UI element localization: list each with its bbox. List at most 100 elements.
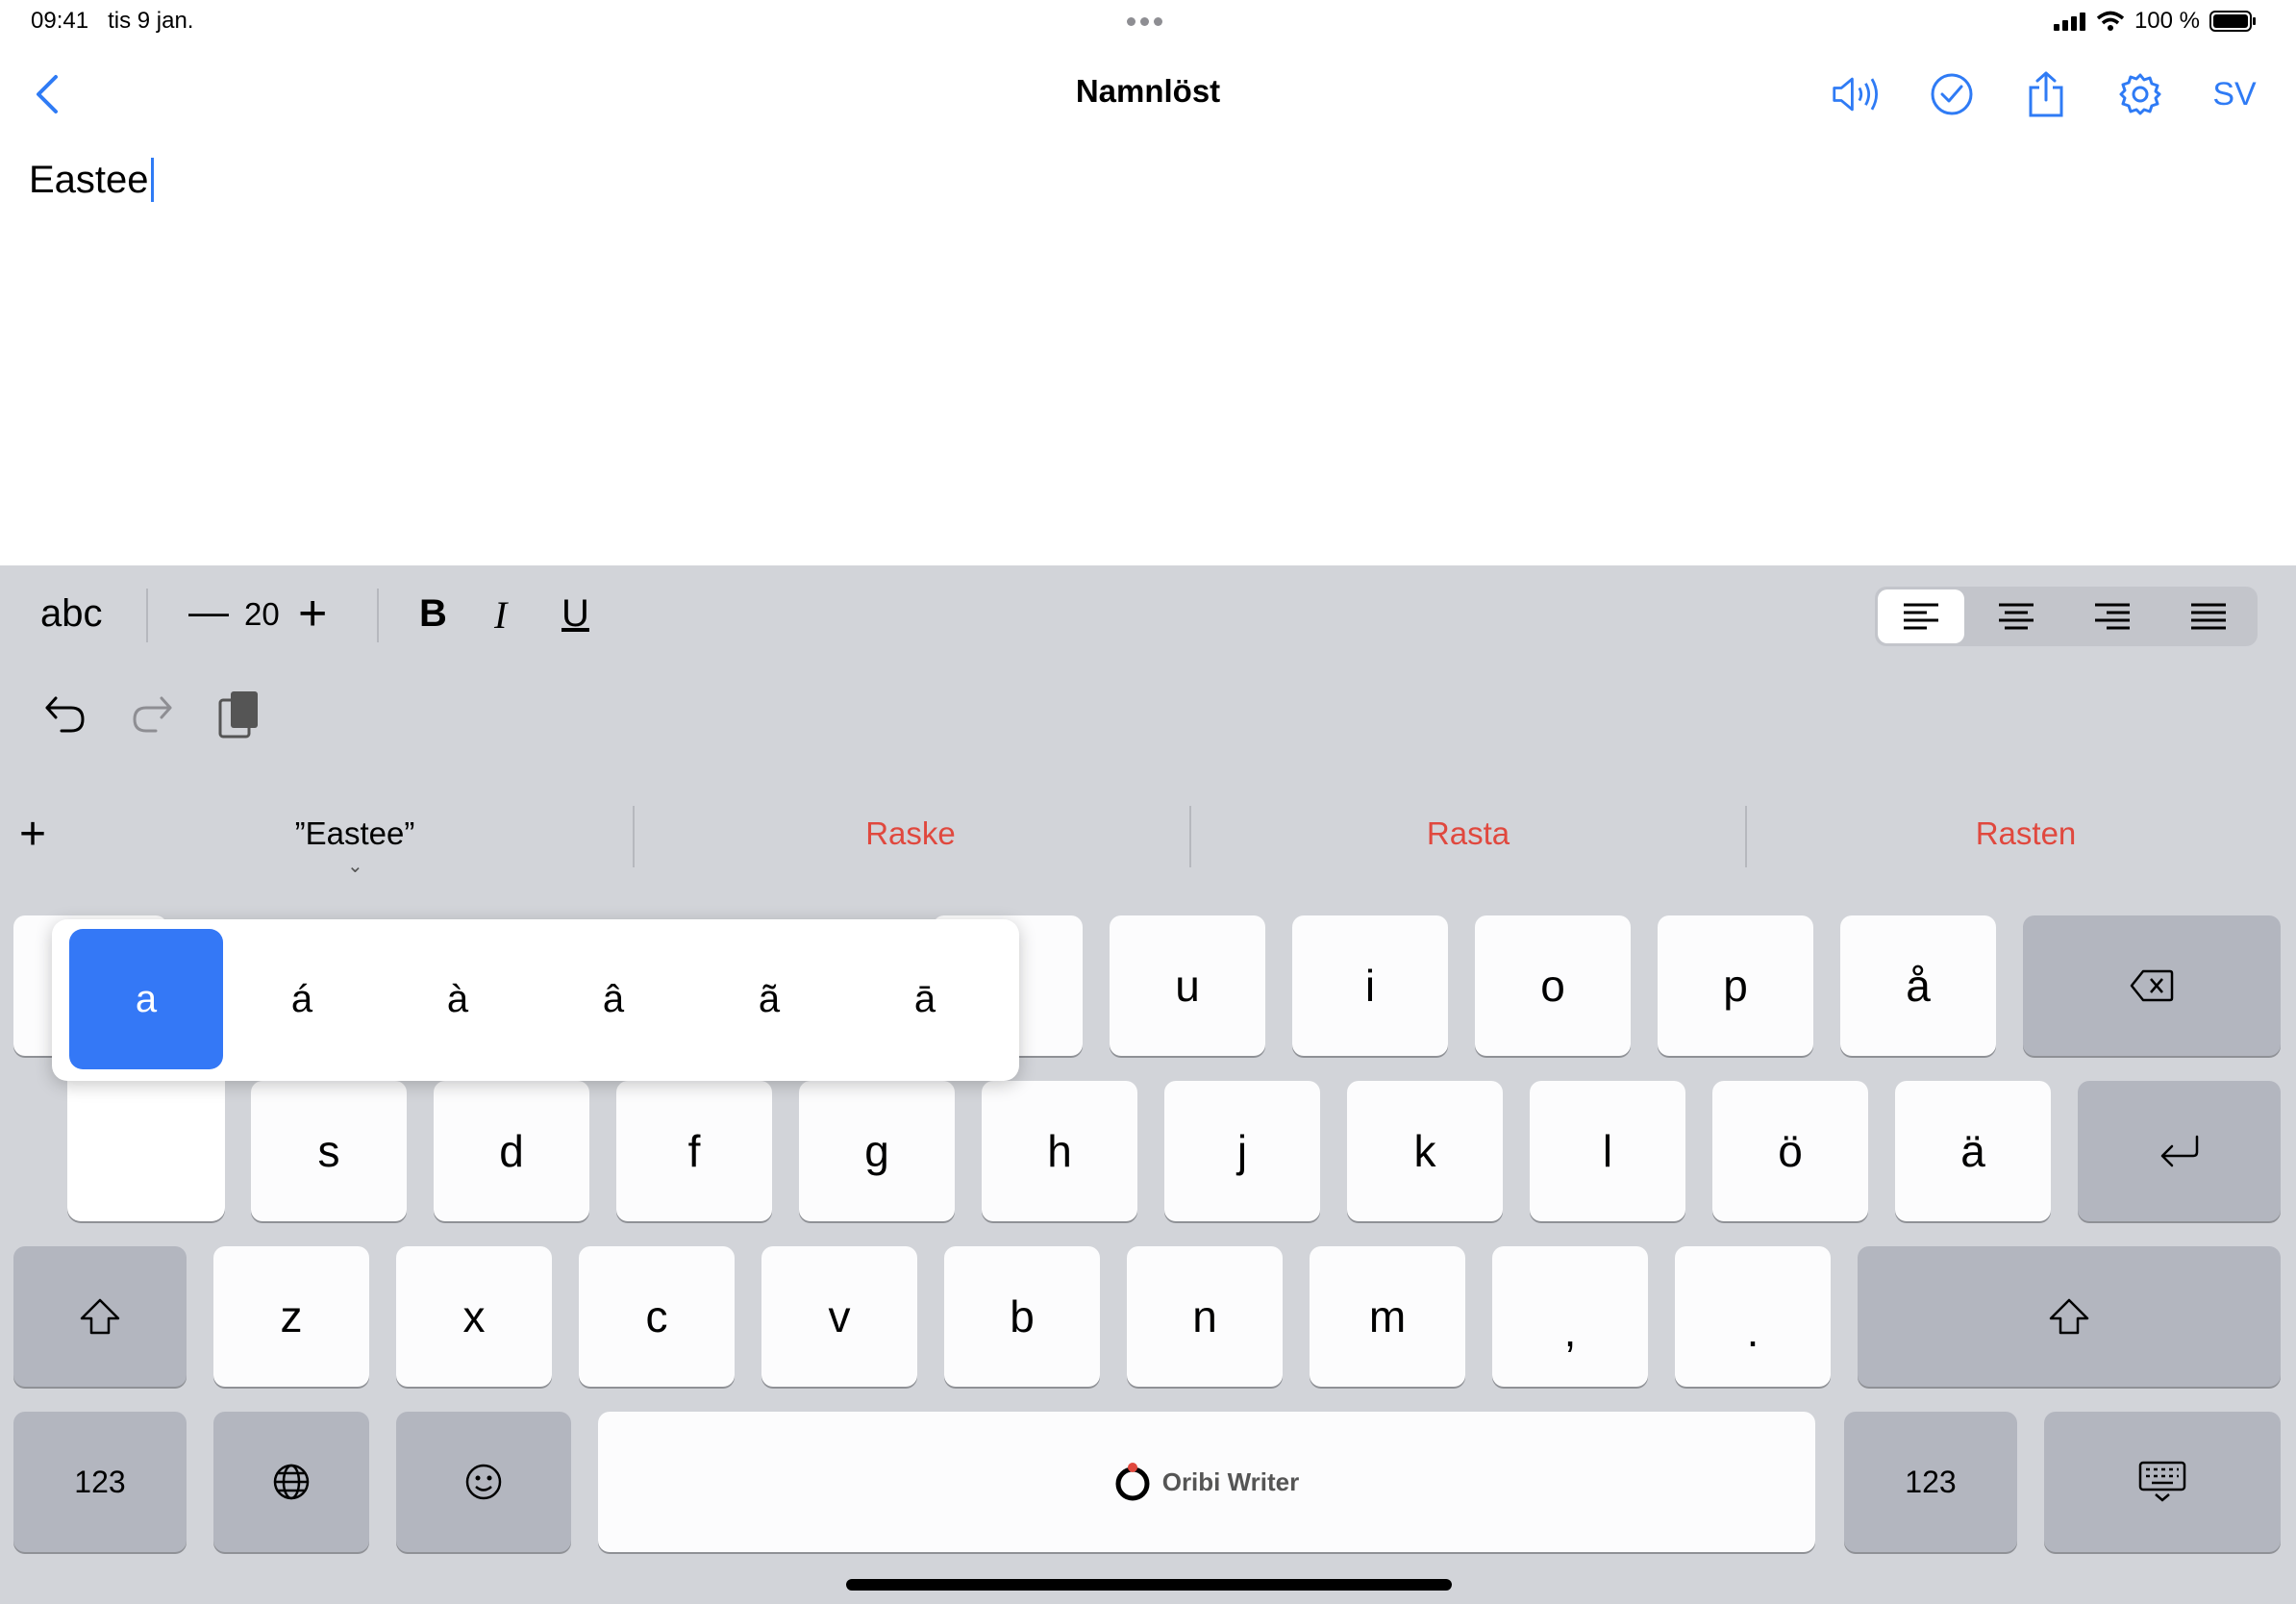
decrease-font-button[interactable]: — — [188, 589, 229, 635]
language-button[interactable]: SV — [2208, 67, 2261, 121]
spellcheck-button[interactable] — [1925, 67, 1979, 121]
divider — [1745, 806, 1747, 867]
paste-button[interactable] — [217, 689, 262, 745]
wifi-icon — [2096, 11, 2125, 31]
key-o[interactable]: o — [1475, 915, 1631, 1056]
align-center-icon — [1999, 603, 2034, 630]
key-m[interactable]: m — [1310, 1246, 1465, 1387]
globe-key[interactable] — [213, 1412, 369, 1552]
back-button[interactable] — [33, 73, 71, 115]
key-j[interactable]: j — [1164, 1081, 1320, 1221]
backspace-key[interactable] — [2023, 915, 2281, 1056]
bold-button[interactable]: B — [419, 592, 447, 636]
share-button[interactable] — [2019, 67, 2073, 121]
key-z[interactable]: z — [213, 1246, 369, 1387]
redo-button[interactable] — [129, 690, 175, 741]
speaker-icon — [1833, 77, 1878, 112]
settings-button[interactable] — [2113, 67, 2167, 121]
emoji-key[interactable] — [396, 1412, 571, 1552]
divider — [1189, 806, 1191, 867]
key-b[interactable]: b — [944, 1246, 1100, 1387]
accent-option-a-acute[interactable]: á — [225, 929, 379, 1069]
key-u[interactable]: u — [1110, 915, 1265, 1056]
key-aring[interactable]: å — [1840, 915, 1996, 1056]
gear-icon — [2119, 73, 2161, 115]
emoji-icon — [465, 1464, 502, 1500]
status-time: 09:41 — [31, 8, 89, 34]
key-period[interactable]: . — [1675, 1246, 1831, 1387]
multitasking-dots[interactable] — [1127, 13, 1167, 31]
key-h[interactable]: h — [982, 1081, 1137, 1221]
key-d[interactable]: d — [434, 1081, 589, 1221]
chevron-left-icon — [37, 75, 58, 113]
keyboard-dismiss-icon — [2138, 1461, 2186, 1502]
suggestion-typed[interactable]: ”Eastee” — [177, 815, 533, 852]
nav-actions: SV — [1831, 67, 2261, 121]
align-justify-button[interactable] — [2165, 589, 2252, 643]
home-indicator[interactable] — [846, 1579, 1452, 1591]
key-s[interactable]: s — [251, 1081, 407, 1221]
key-n[interactable]: n — [1127, 1246, 1283, 1387]
key-l[interactable]: l — [1530, 1081, 1685, 1221]
oribi-logo-icon — [1115, 1463, 1150, 1501]
return-key[interactable] — [2078, 1081, 2281, 1221]
italic-button[interactable]: I — [494, 592, 507, 638]
battery-icon — [2209, 11, 2256, 32]
battery-percent: 100 % — [2134, 8, 2200, 34]
key-comma[interactable]: , — [1492, 1246, 1648, 1387]
divider — [377, 589, 379, 642]
status-date: tis 9 jan. — [108, 8, 194, 34]
numbers-key-left[interactable]: 123 — [13, 1412, 187, 1552]
suggestion-1[interactable]: Raske — [733, 815, 1088, 852]
shift-key-right[interactable] — [1858, 1246, 2281, 1387]
checkmark-circle-icon — [1931, 73, 1973, 115]
suggestion-2[interactable]: Rasta — [1290, 815, 1646, 852]
status-time-date: 09:41 tis 9 jan. — [31, 8, 193, 35]
key-i[interactable]: i — [1292, 915, 1448, 1056]
share-icon — [2029, 71, 2063, 117]
undo-icon — [45, 696, 85, 733]
key-v[interactable]: v — [761, 1246, 917, 1387]
divider — [146, 589, 148, 642]
chevron-down-icon: ⌄ — [347, 856, 363, 877]
key-c[interactable]: c — [579, 1246, 735, 1387]
space-key-label: Oribi Writer — [1161, 1466, 1300, 1496]
space-key[interactable]: Oribi Writer — [598, 1412, 1815, 1552]
signal-icon — [2053, 13, 2085, 31]
key-g[interactable]: g — [799, 1081, 955, 1221]
align-left-icon — [1904, 603, 1938, 630]
document-text: Eastee — [29, 159, 149, 201]
key-aumlaut[interactable]: ä — [1895, 1081, 2051, 1221]
align-right-button[interactable] — [2069, 589, 2156, 643]
numbers-key-right[interactable]: 123 — [1844, 1412, 2017, 1552]
key-x[interactable]: x — [396, 1246, 552, 1387]
document-editor[interactable]: Eastee — [29, 158, 154, 202]
accent-option-a-grave[interactable]: à — [381, 929, 535, 1069]
shift-key-left[interactable] — [13, 1246, 187, 1387]
delete-icon — [2130, 969, 2174, 1002]
underline-button[interactable]: U — [562, 592, 589, 636]
key-a[interactable] — [67, 1067, 225, 1221]
suggestion-3[interactable]: Rasten — [1848, 815, 2204, 852]
accent-option-a-macron[interactable]: ā — [848, 929, 1002, 1069]
key-f[interactable]: f — [616, 1081, 772, 1221]
status-indicators: 100 % — [2053, 8, 2258, 35]
accent-option-a[interactable]: a — [69, 929, 223, 1069]
redo-icon — [133, 696, 172, 733]
divider — [633, 806, 635, 867]
dismiss-keyboard-key[interactable] — [2044, 1412, 2281, 1552]
align-left-button[interactable] — [1878, 589, 1964, 643]
shift-icon — [80, 1298, 120, 1335]
increase-font-button[interactable]: + — [298, 585, 327, 642]
key-oumlaut[interactable]: ö — [1712, 1081, 1868, 1221]
accent-option-a-tilde[interactable]: ã — [692, 929, 846, 1069]
read-aloud-button[interactable] — [1831, 67, 1884, 121]
add-word-button[interactable]: + — [19, 808, 46, 861]
key-p[interactable]: p — [1658, 915, 1813, 1056]
clipboard-icon — [218, 691, 258, 739]
accent-option-a-circumflex[interactable]: â — [537, 929, 690, 1069]
key-k[interactable]: k — [1347, 1081, 1503, 1221]
align-center-button[interactable] — [1973, 589, 2059, 643]
text-style-button[interactable]: abc — [40, 592, 103, 636]
undo-button[interactable] — [42, 690, 88, 741]
